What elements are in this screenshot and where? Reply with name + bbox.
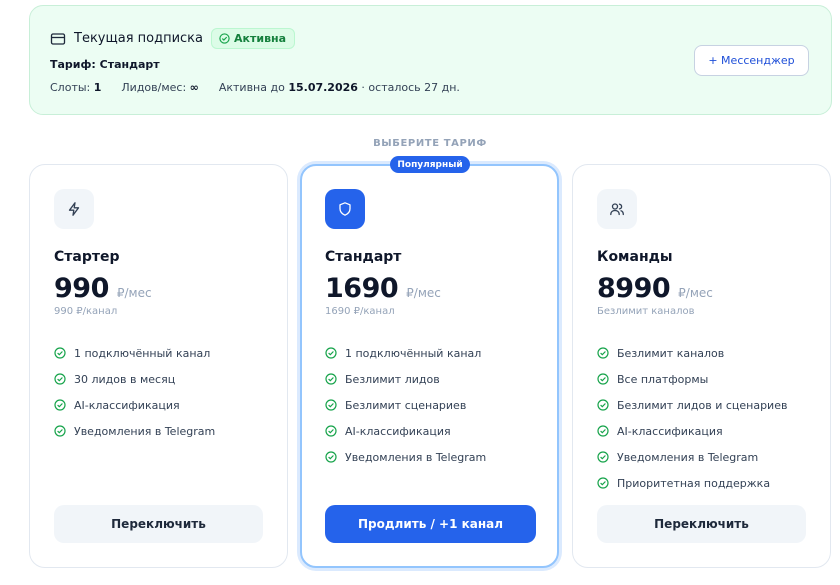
check-circle-icon: [54, 425, 66, 437]
check-circle-icon: [597, 347, 609, 359]
feature-item: Все платформы: [597, 366, 787, 392]
plan-name: Стартер: [54, 249, 120, 265]
check-circle-icon: [325, 373, 337, 385]
section-label: ВЫБЕРИТЕ ТАРИФ: [373, 138, 487, 149]
plan-card-starter: Стартер 990 ₽/мес 990 ₽/канал 1 подключё…: [29, 164, 288, 568]
feature-item: Приоритетная поддержка: [597, 470, 787, 496]
feature-item: Уведомления в Telegram: [54, 418, 215, 444]
check-circle-icon: [597, 451, 609, 463]
feature-item: 1 подключённый канал: [54, 340, 215, 366]
price-per-channel: 990 ₽/канал: [54, 306, 118, 317]
subscription-title: Текущая подписка: [74, 31, 204, 46]
plan-price: 1690: [325, 273, 399, 304]
price-row: 990 ₽/мес: [54, 273, 152, 304]
switch-plan-button[interactable]: Переключить: [597, 505, 806, 543]
credit-card-icon: [50, 31, 66, 47]
feature-item: AI-классификация: [54, 392, 215, 418]
check-circle-icon: [219, 33, 230, 44]
extend-plan-button[interactable]: Продлить / +1 канал: [325, 505, 536, 543]
feature-list: 1 подключённый канал Безлимит лидов Безл…: [325, 340, 486, 470]
price-per-channel: 1690 ₽/канал: [325, 306, 395, 317]
remaining-days: · осталось 27 дн.: [361, 81, 460, 94]
feature-item: Безлимит сценариев: [325, 392, 486, 418]
feature-list: Безлимит каналов Все платформы Безлимит …: [597, 340, 787, 496]
feature-item: AI-классификация: [597, 418, 787, 444]
leads-label: Лидов/мес:: [121, 81, 187, 94]
check-circle-icon: [597, 399, 609, 411]
add-messenger-button[interactable]: + Мессенджер: [694, 45, 809, 76]
leads-value: ∞: [189, 81, 199, 94]
popular-badge: Популярный: [390, 156, 470, 173]
shield-icon: [325, 189, 365, 229]
feature-item: 1 подключённый канал: [325, 340, 486, 366]
current-subscription-card: Текущая подписка Активна Тариф: Стандарт…: [29, 5, 832, 115]
status-badge: Активна: [211, 28, 296, 49]
slots-value: 1: [93, 81, 102, 94]
check-circle-icon: [54, 373, 66, 385]
slots-label: Слоты:: [50, 81, 91, 94]
lightning-icon: [54, 189, 94, 229]
plan-name: Стандарт: [325, 249, 402, 265]
price-per-channel: Безлимит каналов: [597, 306, 695, 317]
status-label: Активна: [234, 32, 287, 45]
plan-name: Команды: [597, 249, 673, 265]
users-icon: [597, 189, 637, 229]
price-unit: ₽/мес: [678, 286, 713, 300]
plan-price: 8990: [597, 273, 671, 304]
check-circle-icon: [325, 347, 337, 359]
feature-item: 30 лидов в месяц: [54, 366, 215, 392]
check-circle-icon: [325, 451, 337, 463]
check-circle-icon: [54, 347, 66, 359]
plan-price: 990: [54, 273, 109, 304]
switch-plan-button[interactable]: Переключить: [54, 505, 263, 543]
feature-item: AI-классификация: [325, 418, 486, 444]
check-circle-icon: [325, 425, 337, 437]
feature-item: Безлимит лидов: [325, 366, 486, 392]
check-circle-icon: [597, 425, 609, 437]
feature-item: Безлимит лидов и сценариев: [597, 392, 787, 418]
feature-item: Уведомления в Telegram: [597, 444, 787, 470]
active-until-date: 15.07.2026: [288, 81, 358, 94]
plan-card-standard: Стандарт 1690 ₽/мес 1690 ₽/канал 1 подкл…: [300, 164, 559, 568]
current-plan: Тариф: Стандарт: [50, 58, 160, 71]
price-unit: ₽/мес: [406, 286, 441, 300]
check-circle-icon: [54, 399, 66, 411]
price-unit: ₽/мес: [116, 286, 152, 300]
check-circle-icon: [325, 399, 337, 411]
price-row: 1690 ₽/мес: [325, 273, 441, 304]
subscription-header: Текущая подписка Активна: [50, 28, 296, 49]
plan-card-teams: Команды 8990 ₽/мес Безлимит каналов Безл…: [572, 164, 831, 568]
feature-item: Безлимит каналов: [597, 340, 787, 366]
feature-list: 1 подключённый канал 30 лидов в месяц AI…: [54, 340, 215, 444]
feature-item: Уведомления в Telegram: [325, 444, 486, 470]
subscription-meta: Слоты: 1 Лидов/мес: ∞ Активна до 15.07.2…: [50, 81, 460, 94]
price-row: 8990 ₽/мес: [597, 273, 713, 304]
check-circle-icon: [597, 477, 609, 489]
active-until-label: Активна до: [218, 81, 285, 94]
check-circle-icon: [597, 373, 609, 385]
